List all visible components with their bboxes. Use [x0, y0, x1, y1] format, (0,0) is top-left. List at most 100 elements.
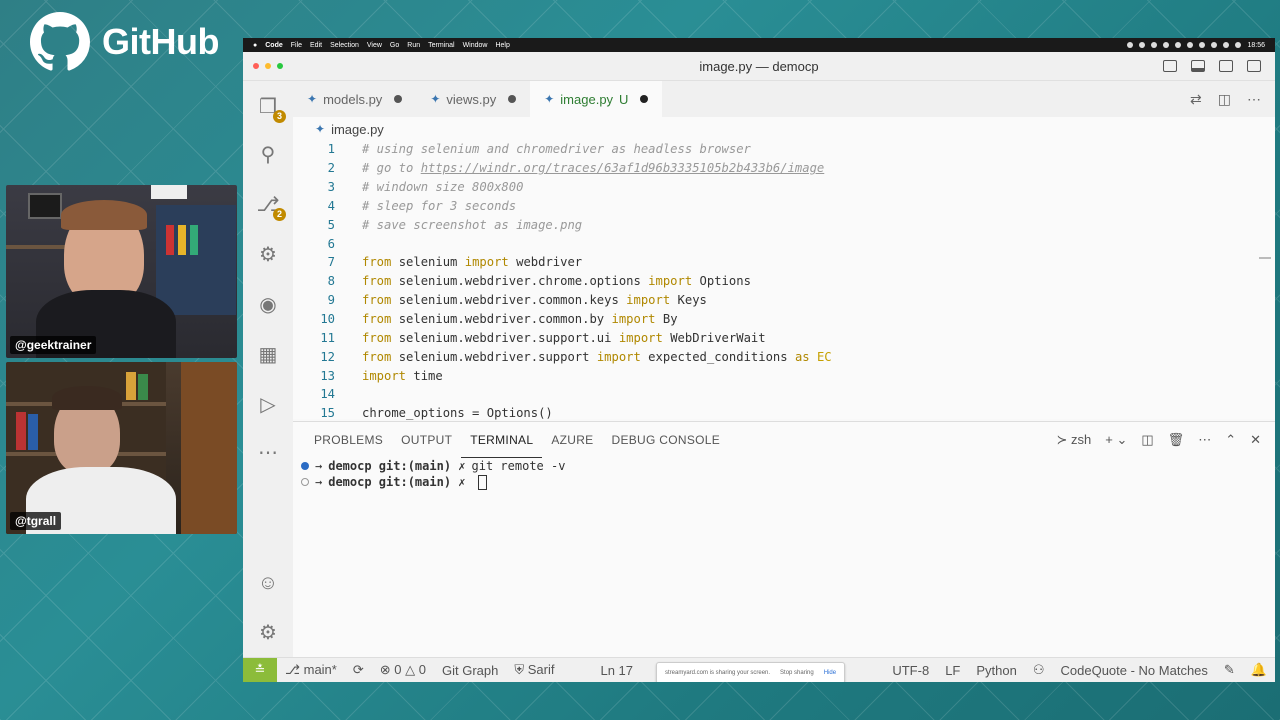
terminal-output[interactable]: → democp git:(main) ✗ git remote -v → de…	[293, 458, 1275, 490]
status-icon[interactable]	[1139, 42, 1146, 48]
cursor-position[interactable]: Ln 17	[592, 663, 641, 678]
module: selenium.webdriver.support.ui	[391, 331, 619, 345]
toggle-panel-icon[interactable]	[1191, 60, 1205, 72]
code-line: from selenium import webdriver	[362, 255, 582, 269]
split-editor-icon[interactable]: ◫	[1218, 91, 1231, 108]
app-menu[interactable]: Code	[265, 42, 283, 49]
status-icon[interactable]	[1151, 42, 1158, 48]
tab-debug-console[interactable]: DEBUG CONSOLE	[602, 422, 729, 458]
status-icon[interactable]	[1175, 42, 1182, 48]
keyword: import	[648, 274, 693, 288]
wifi-icon[interactable]	[1223, 42, 1230, 48]
error-count: 0	[394, 662, 402, 677]
more-actions-icon[interactable]: ⋯	[1198, 432, 1211, 448]
line-number: 15	[320, 406, 335, 420]
feedback-icon[interactable]: ✎	[1216, 662, 1243, 678]
python-file-icon: ✦	[430, 92, 441, 106]
status-icon[interactable]	[1211, 42, 1218, 48]
line-number: 5	[327, 218, 335, 232]
tab-output[interactable]: OUTPUT	[392, 422, 461, 458]
scrollbar-marker[interactable]	[1259, 257, 1271, 259]
tab-label: views.py	[446, 91, 497, 107]
github-icon[interactable]: ◉	[256, 293, 280, 317]
zoom-window-button[interactable]	[277, 63, 283, 69]
customize-layout-icon[interactable]	[1247, 60, 1261, 72]
git-graph-button[interactable]: Git Graph	[434, 663, 506, 678]
eol-selector[interactable]: LF	[937, 663, 968, 678]
tab-models[interactable]: ✦ models.py	[293, 81, 416, 117]
toggle-secondary-sidebar-icon[interactable]	[1219, 60, 1233, 72]
unsaved-dot-icon[interactable]	[640, 95, 649, 103]
new-terminal-icon[interactable]: + ⌄	[1105, 432, 1127, 448]
more-icon[interactable]: ⋯	[256, 441, 280, 465]
keyword: from	[362, 255, 392, 269]
close-panel-icon[interactable]: ✕	[1250, 432, 1261, 448]
remote-indicator-icon[interactable]: ≛	[243, 658, 277, 682]
close-window-button[interactable]	[253, 63, 259, 69]
search-icon[interactable]: ⚲	[256, 143, 280, 167]
identifier: webdriver	[508, 255, 583, 269]
code-line: from selenium.webdriver.support import e…	[362, 350, 832, 364]
tab-label: image.py	[560, 91, 614, 107]
share-text: streamyard.com is sharing your screen.	[665, 670, 771, 676]
menu-edit[interactable]: Edit	[310, 42, 322, 49]
menu-view[interactable]: View	[367, 42, 382, 49]
notifications-bell-icon[interactable]: 🔔	[1243, 662, 1275, 678]
tab-image[interactable]: ✦ image.py U	[530, 81, 663, 117]
hide-banner-button[interactable]: Hide	[824, 670, 836, 676]
battery-icon[interactable]	[1235, 42, 1242, 48]
code-editor[interactable]: ✦ image.py 1 # using selenium and chrome…	[293, 117, 1275, 420]
sarif-button[interactable]: ⛨ Sarif	[506, 662, 562, 678]
branch-indicator[interactable]: ⎇ main*	[277, 662, 345, 678]
menu-file[interactable]: File	[291, 42, 302, 49]
encoding-selector[interactable]: UTF-8	[884, 663, 937, 678]
sarif-label: Sarif	[527, 662, 555, 677]
problems-indicator[interactable]: ⊗ 0 △ 0	[372, 662, 434, 678]
menu-go[interactable]: Go	[390, 42, 399, 49]
stop-sharing-button[interactable]: Stop sharing	[780, 670, 814, 676]
tab-views[interactable]: ✦ views.py	[416, 81, 530, 117]
apple-icon[interactable]: ●	[253, 42, 257, 49]
sync-icon[interactable]: ⟳	[345, 662, 372, 678]
menu-window[interactable]: Window	[463, 42, 488, 49]
tab-azure[interactable]: AZURE	[542, 422, 602, 458]
menu-terminal[interactable]: Terminal	[428, 42, 454, 49]
codequote-status[interactable]: CodeQuote - No Matches	[1053, 663, 1216, 678]
run-debug-icon[interactable]: ⚙	[256, 243, 280, 267]
compare-changes-icon[interactable]: ⇄	[1190, 91, 1202, 108]
code-line: from selenium.webdriver.common.keys impo…	[362, 293, 707, 307]
source-control-icon[interactable]: ⎇ 2	[256, 193, 286, 221]
status-icon[interactable]	[1199, 42, 1206, 48]
maximize-panel-icon[interactable]: ⌃	[1225, 432, 1236, 448]
terminal-shell-selector[interactable]: ≻ zsh	[1057, 432, 1092, 448]
unsaved-dot-icon[interactable]	[508, 95, 517, 103]
split-terminal-icon[interactable]: ◫	[1141, 432, 1153, 448]
tab-terminal[interactable]: TERMINAL	[461, 422, 543, 458]
command-decoration-icon[interactable]	[301, 462, 309, 470]
clock[interactable]: 18:56	[1247, 42, 1265, 49]
line-number: 3	[327, 180, 335, 194]
minimize-window-button[interactable]	[265, 63, 271, 69]
explorer-icon[interactable]: ❐ 3	[256, 95, 286, 123]
menu-help[interactable]: Help	[495, 42, 509, 49]
code-link[interactable]: https://windr.org/traces/63af1d96b333510…	[421, 161, 825, 175]
copilot-icon[interactable]: ⚇	[1025, 662, 1053, 678]
menu-run[interactable]: Run	[407, 42, 420, 49]
extensions-icon[interactable]: ▦	[256, 343, 280, 367]
breadcrumb-file[interactable]: image.py	[331, 122, 384, 137]
kill-terminal-icon[interactable]: 🗑	[1168, 432, 1185, 448]
command-decoration-icon[interactable]	[301, 478, 309, 486]
breadcrumb[interactable]: ✦ image.py	[315, 122, 384, 137]
status-icon[interactable]	[1187, 42, 1194, 48]
toggle-sidebar-icon[interactable]	[1163, 60, 1177, 72]
status-icon[interactable]	[1127, 42, 1134, 48]
manage-gear-icon[interactable]: ⚙	[256, 621, 280, 645]
status-icon[interactable]	[1163, 42, 1170, 48]
menu-selection[interactable]: Selection	[330, 42, 359, 49]
unsaved-dot-icon[interactable]	[394, 95, 403, 103]
language-selector[interactable]: Python	[968, 663, 1024, 678]
testing-icon[interactable]: ▷	[256, 393, 280, 417]
tab-problems[interactable]: PROBLEMS	[305, 422, 392, 458]
more-actions-icon[interactable]: ⋯	[1247, 91, 1261, 108]
account-icon[interactable]: ☺	[256, 571, 280, 595]
